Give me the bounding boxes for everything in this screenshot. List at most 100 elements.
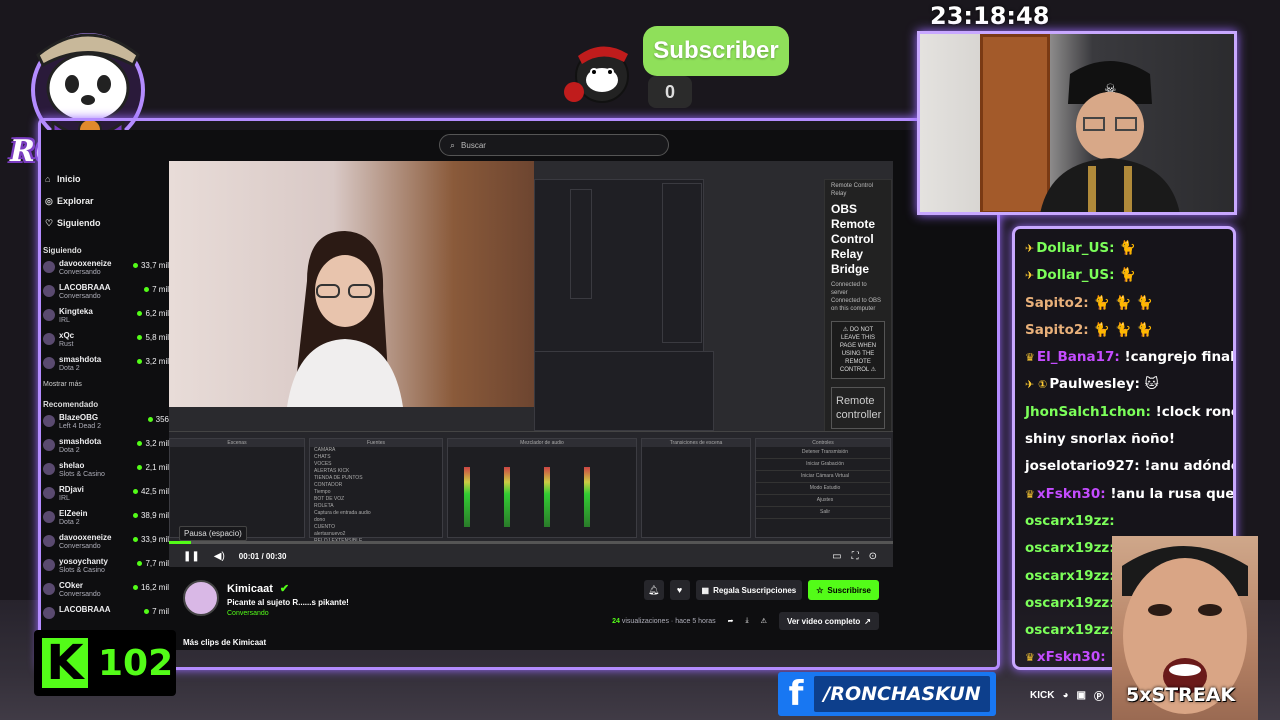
channel-viewers: 42,5 mil <box>133 487 169 496</box>
sidebar-channel[interactable]: davooxeneize Conversando 33,7 mil <box>41 259 169 283</box>
obs-mini-panel-2 <box>662 183 702 343</box>
subscriber-goal-label: Subscriber <box>643 26 789 76</box>
obs-source-item: VOCES <box>314 461 332 467</box>
chat-username[interactable]: oscarx19zz: <box>1025 568 1115 584</box>
subscribe-button[interactable]: ☆ Suscribirse <box>808 580 879 600</box>
search-bar[interactable]: ⌕ Buscar <box>439 134 669 156</box>
channel-avatar[interactable] <box>183 580 219 616</box>
sidebar-channel[interactable]: davooxeneize Conversando 33,9 mil <box>41 533 169 557</box>
woman-silhouette-icon <box>287 231 403 407</box>
sidebar-channel[interactable]: smashdota Dota 2 3,2 mil <box>41 355 169 379</box>
obs-status-2: Connected to OBS on this computer <box>831 298 882 312</box>
channel-name: xQc <box>59 331 75 340</box>
channel-viewers: 33,7 mil <box>133 261 169 270</box>
sidebar: ⌂ Inicio ◎ Explorar ♡ Siguiendo Siguiend… <box>41 168 169 650</box>
nav-explore[interactable]: ◎ Explorar <box>41 190 169 212</box>
obs-control-item: Salir <box>756 507 890 519</box>
external-link-icon: ↗ <box>864 616 871 626</box>
nav-home[interactable]: ⌂ Inicio <box>41 168 169 190</box>
obs-source-item: BOT DE VOZ <box>314 496 345 502</box>
channel-info: shelao Slots & Casino <box>59 461 137 479</box>
share-icon[interactable]: ➦ <box>728 617 734 625</box>
sidebar-channel[interactable]: yosoychanty Slots & Casino 7,7 mil <box>41 557 169 581</box>
transitions-header: Transiciones de escena <box>642 439 750 447</box>
chat-username[interactable]: joselotario927: <box>1025 458 1140 474</box>
chat-username[interactable]: Dollar_US: <box>1036 240 1114 256</box>
chat-username[interactable]: oscarx19zz: <box>1025 540 1115 556</box>
gift-subs-button[interactable]: ▦ Regala Suscripciones <box>695 580 803 600</box>
facebook-icon: f <box>788 674 804 714</box>
chat-message: ♛El_Bana17: !cangrejo finalm <box>1015 344 1233 371</box>
chat-message: oscarx19zz: <box>1015 508 1233 535</box>
obs-control-item: Iniciar Grabación <box>756 459 890 471</box>
download-icon[interactable]: ⤓ <box>746 617 749 625</box>
sidebar-channel[interactable]: BlazeOBG Left 4 Dead 2 356 <box>41 413 169 437</box>
report-icon[interactable]: ⚠ <box>761 617 767 625</box>
sources-header: Fuentes <box>310 439 442 447</box>
recommended-section-title: Recomendado <box>43 400 99 409</box>
clip-category[interactable]: Conversando <box>227 610 269 617</box>
chat-badge-icon: ✈ <box>1025 242 1035 255</box>
video-progress-bar[interactable] <box>169 541 893 544</box>
full-video-button[interactable]: Ver video completo ↗ <box>778 612 879 630</box>
chat-username[interactable]: Sapito2: <box>1025 295 1089 311</box>
sidebar-channel[interactable]: COker Conversando 16,2 mil <box>41 581 169 605</box>
sidebar-channel[interactable]: Kingteka IRL 6,2 mil <box>41 307 169 331</box>
chat-username[interactable]: Sapito2: <box>1025 322 1089 338</box>
chat-message: ✈ ① Paulwesley: 🐱 <box>1015 371 1233 398</box>
clip-info: Kimicaat ✔ Picante al sujeto R......s pi… <box>169 576 893 650</box>
chat-username[interactable]: oscarx19zz: <box>1025 622 1115 638</box>
channel-name: shelao <box>59 461 85 470</box>
obs-control-item: Modo Estudio <box>756 483 890 495</box>
sidebar-channel[interactable]: RDjavi IRL 42,5 mil <box>41 485 169 509</box>
chat-username[interactable]: Paulwesley: <box>1049 376 1140 392</box>
show-more-link[interactable]: Mostrar más <box>41 381 169 388</box>
obs-controls-col: Controles Detener Transmisión Iniciar Gra… <box>755 438 891 538</box>
chat-badge-icon: ✈ ① <box>1025 378 1048 392</box>
controls-header: Controles <box>756 439 890 447</box>
chat-username[interactable]: xFskn30: <box>1037 649 1106 665</box>
channel-viewers: 6,2 mil <box>137 309 169 318</box>
clip-video-player[interactable]: Remote Control Relay OBS Remote Control … <box>169 161 893 567</box>
audio-meter <box>544 467 550 527</box>
pause-icon[interactable]: ❚❚ <box>183 551 200 562</box>
streamer-silhouette-icon: ☠ <box>1040 61 1180 212</box>
channel-avatar <box>43 535 55 547</box>
channel-name-row[interactable]: Kimicaat ✔ <box>227 582 289 595</box>
chat-username[interactable]: xFskn30: <box>1037 486 1106 502</box>
sidebar-channel[interactable]: xQc Rust 5,8 mil <box>41 331 169 355</box>
theater-mode-icon[interactable]: ▭ <box>832 551 841 562</box>
chat-username[interactable]: El_Bana17: <box>1037 349 1120 365</box>
sidebar-channel[interactable]: ElZeein Dota 2 38,9 mil <box>41 509 169 533</box>
sidebar-channel[interactable]: shelao Slots & Casino 2,1 mil <box>41 461 169 485</box>
scenes-header: Escenas <box>170 439 304 447</box>
obs-source-item: ROLETA <box>314 503 334 509</box>
bell-icon[interactable]: 🔔︎ <box>643 580 664 600</box>
channel-info: BlazeOBG Left 4 Dead 2 <box>59 413 148 431</box>
sidebar-channel[interactable]: smashdota Dota 2 3,2 mil <box>41 437 169 461</box>
chat-username[interactable]: oscarx19zz: <box>1025 595 1115 611</box>
fullscreen-icon[interactable]: ⛶ <box>852 551 859 562</box>
sources-list: CAMARA CHATS VOCES ALERTAS KICK TIENDA DE PU… <box>310 447 442 545</box>
channel-name: BlazeOBG <box>59 413 99 422</box>
volume-icon[interactable]: ◀) <box>214 551 225 562</box>
chat-text: !anu la rusa que <box>1110 485 1235 502</box>
sidebar-channel[interactable]: LACOBRAAA Conversando 7 mil <box>41 283 169 307</box>
obs-source-item: Tiempo <box>314 489 331 495</box>
channel-avatar <box>43 487 55 499</box>
chat-username[interactable]: Dollar_US: <box>1036 267 1114 283</box>
sidebar-channel[interactable]: LACOBRAAA 7 mil <box>41 605 169 629</box>
chat-text: shiny snorlax ñoño! <box>1025 431 1176 448</box>
video-time: 00:01 / 00:30 <box>238 551 287 561</box>
chat-username[interactable]: JhonSalch1chon: <box>1025 404 1151 420</box>
channel-info: smashdota Dota 2 <box>59 437 137 455</box>
channel-category: Conversando <box>59 293 101 300</box>
kick-follower-counter: K 102 <box>34 630 176 696</box>
kick-logo-icon[interactable]: ⊙ <box>869 551 877 562</box>
heart-icon[interactable]: ♥ <box>669 580 690 600</box>
chat-text: !cangrejo finalm <box>1124 349 1235 366</box>
chat-username[interactable]: oscarx19zz: <box>1025 513 1115 529</box>
channel-viewers: 356 <box>148 415 169 424</box>
obs-remote-controller-button: Remote controller <box>831 387 885 429</box>
nav-following[interactable]: ♡ Siguiendo <box>41 212 169 234</box>
